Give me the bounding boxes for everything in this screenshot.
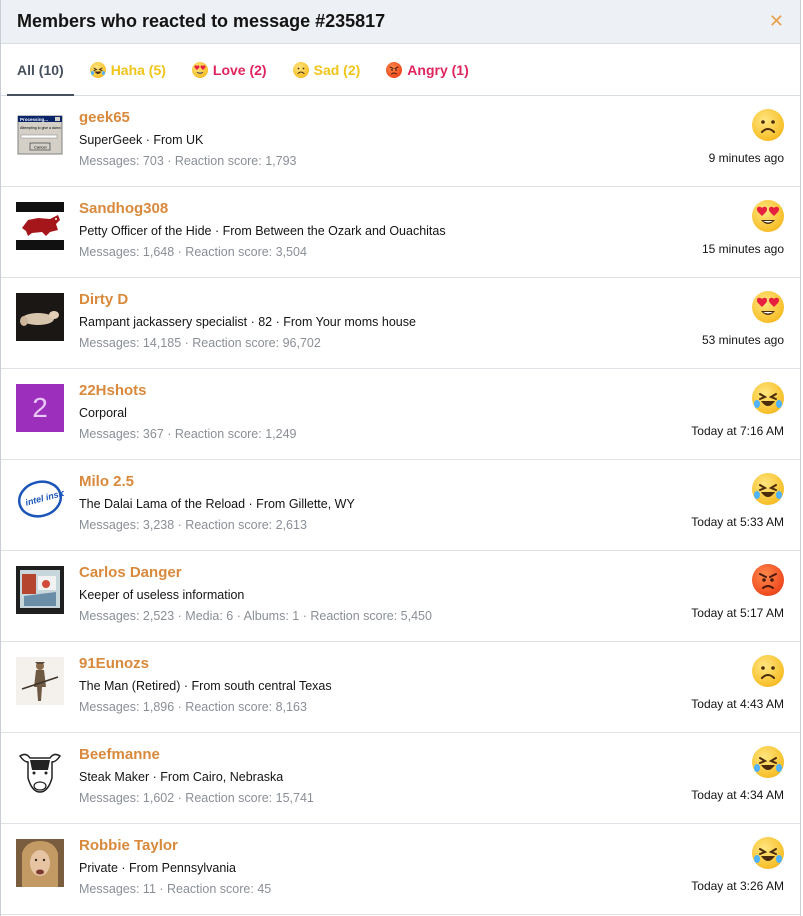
member-stats: Messages: 3,238 · Reaction score: 2,613 — [79, 518, 307, 532]
member-name[interactable]: Dirty D — [79, 291, 128, 308]
member-title: SuperGeek · From UK — [79, 133, 204, 147]
avatar[interactable] — [16, 657, 64, 705]
list-item: intel inside Milo 2.5 The Dalai Lama of … — [1, 460, 800, 551]
sad-icon — [292, 61, 309, 78]
avatar[interactable] — [16, 839, 64, 887]
reaction-time: 15 minutes ago — [701, 242, 784, 256]
avatar[interactable] — [16, 202, 64, 250]
member-stats: Messages: 2,523 · Media: 6 · Albums: 1 ·… — [79, 609, 432, 623]
reaction-haha-icon — [752, 473, 784, 505]
reaction-haha-icon — [752, 382, 784, 414]
reaction-tabs: All (10) Haha (5) Love (2) Sad (2) Angry… — [1, 44, 800, 96]
tab-label: All (10) — [17, 61, 64, 78]
member-name[interactable]: 22Hshots — [79, 382, 147, 399]
avatar[interactable] — [16, 293, 64, 341]
member-title: Steak Maker · From Cairo, Nebraska — [79, 770, 284, 784]
reaction-time: 53 minutes ago — [701, 333, 784, 347]
member-stats: Messages: 1,648 · Reaction score: 3,504 — [79, 245, 307, 259]
svg-text:Cancel: Cancel — [34, 145, 47, 150]
member-name[interactable]: Sandhog308 — [79, 200, 168, 217]
tab-label: Angry (1) — [407, 61, 469, 78]
tab-label: Sad (2) — [313, 61, 361, 78]
reaction-time: Today at 5:17 AM — [691, 606, 784, 620]
tab-sad[interactable]: Sad (2) — [283, 44, 371, 96]
reaction-time: Today at 3:26 AM — [691, 879, 784, 893]
member-stats: Messages: 703 · Reaction score: 1,793 — [79, 154, 297, 168]
avatar[interactable]: 2 — [16, 384, 64, 432]
tab-angry[interactable]: Angry (1) — [376, 44, 478, 96]
member-stats: Messages: 11 · Reaction score: 45 — [79, 882, 272, 896]
reaction-time: Today at 7:16 AM — [691, 424, 784, 438]
reaction-sad-icon — [752, 655, 784, 687]
reaction-angry-icon — [752, 564, 784, 596]
member-stats: Messages: 367 · Reaction score: 1,249 — [79, 427, 297, 441]
tab-love[interactable]: Love (2) — [182, 44, 277, 96]
close-icon[interactable]: ✕ — [769, 11, 784, 32]
member-title: The Man (Retired) · From south central T… — [79, 679, 332, 693]
avatar-letter: 2 — [32, 392, 48, 423]
dialog-header: Members who reacted to message #235817 ✕ — [1, 0, 800, 44]
reaction-time: Today at 5:33 AM — [691, 515, 784, 529]
reaction-sad-icon — [752, 109, 784, 141]
avatar[interactable]: Processing... Attempting to give a damn … — [16, 111, 64, 159]
member-name[interactable]: 91Eunozs — [79, 655, 149, 672]
list-item: Carlos Danger Keeper of useless informat… — [1, 551, 800, 642]
member-name[interactable]: Robbie Taylor — [79, 837, 178, 854]
member-title: The Dalai Lama of the Reload · From Gill… — [79, 497, 355, 511]
member-title: Keeper of useless information — [79, 588, 245, 602]
list-item: Beefmanne Steak Maker · From Cairo, Nebr… — [1, 733, 800, 824]
list-item: Processing... Attempting to give a damn … — [1, 96, 800, 187]
list-item: Dirty D Rampant jackassery specialist · … — [1, 278, 800, 369]
avatar[interactable]: intel inside — [16, 475, 64, 523]
tab-haha[interactable]: Haha (5) — [80, 44, 176, 96]
member-title: Private · From Pennsylvania — [79, 861, 237, 875]
member-name[interactable]: Carlos Danger — [79, 564, 182, 581]
reactions-dialog: Members who reacted to message #235817 ✕… — [0, 0, 801, 916]
list-item: 91Eunozs The Man (Retired) · From south … — [1, 642, 800, 733]
reaction-haha-icon — [752, 837, 784, 869]
avatar[interactable] — [16, 748, 64, 796]
haha-icon — [89, 61, 106, 78]
angry-icon — [386, 61, 403, 78]
svg-text:Attempting to give a damn: Attempting to give a damn — [20, 126, 61, 130]
reaction-love-icon — [752, 200, 784, 232]
tab-label: Haha (5) — [110, 61, 166, 78]
reaction-love-icon — [752, 291, 784, 323]
member-title: Corporal — [79, 406, 127, 420]
member-name[interactable]: geek65 — [79, 109, 130, 126]
reaction-time: Today at 4:34 AM — [691, 788, 784, 802]
reaction-haha-icon — [752, 746, 784, 778]
svg-text:Processing...: Processing... — [20, 117, 48, 122]
member-stats: Messages: 1,896 · Reaction score: 8,163 — [79, 700, 307, 714]
list-item: 2 22Hshots Corporal Messages: 367 · Reac… — [1, 369, 800, 460]
reaction-time: Today at 4:43 AM — [691, 697, 784, 711]
member-list: Processing... Attempting to give a damn … — [1, 96, 800, 915]
love-icon — [191, 61, 208, 78]
member-stats: Messages: 1,602 · Reaction score: 15,741 — [79, 791, 314, 805]
member-name[interactable]: Milo 2.5 — [79, 473, 134, 490]
member-title: Rampant jackassery specialist · 82 · Fro… — [79, 315, 416, 329]
avatar[interactable] — [16, 566, 64, 614]
member-name[interactable]: Beefmanne — [79, 746, 160, 763]
tab-label: Love (2) — [212, 61, 267, 78]
dialog-title: Members who reacted to message #235817 — [17, 11, 386, 31]
tab-all[interactable]: All (10) — [7, 44, 74, 96]
reaction-time: 9 minutes ago — [708, 151, 784, 165]
list-item: Robbie Taylor Private · From Pennsylvani… — [1, 824, 800, 915]
member-stats: Messages: 14,185 · Reaction score: 96,70… — [79, 336, 321, 350]
list-item: Sandhog308 Petty Officer of the Hide · F… — [1, 187, 800, 278]
member-title: Petty Officer of the Hide · From Between… — [79, 224, 446, 238]
